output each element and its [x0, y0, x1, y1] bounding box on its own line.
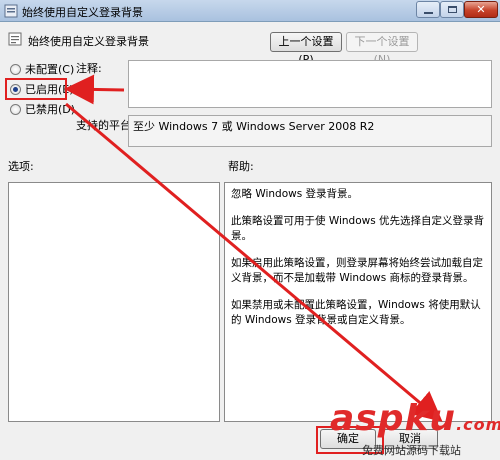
annotation-arrows [64, 74, 443, 422]
annotation-arrow-to-enabled [64, 74, 125, 105]
watermark-suffix: .com [456, 415, 500, 434]
watermark-subtitle: 免费网站源码下载站 [362, 444, 461, 457]
annotation-arrow-to-ok [65, 102, 443, 422]
watermark-logo: aspku.com [330, 398, 500, 439]
watermark-brand: aspku [330, 398, 457, 439]
